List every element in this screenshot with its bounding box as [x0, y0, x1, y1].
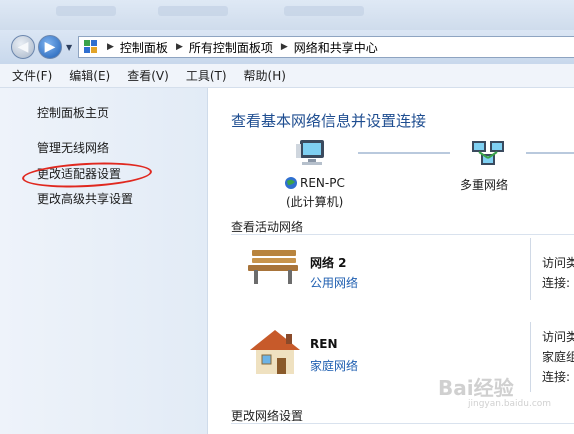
arrow-left-icon: ◀: [17, 39, 29, 55]
connections-label: 连接:: [542, 276, 571, 290]
connection-line: [526, 152, 574, 154]
title-bar-blur: [284, 6, 364, 16]
menu-tools[interactable]: 工具(T): [186, 67, 227, 84]
window-title-bar: [0, 0, 574, 30]
chevron-right-icon[interactable]: ▶: [281, 42, 288, 52]
column-divider: [530, 238, 531, 300]
computer-icon[interactable]: [296, 138, 330, 168]
title-bar-blur: [158, 6, 228, 16]
sidebar-item-adapter-settings[interactable]: 更改适配器设置: [37, 165, 121, 182]
divider: [231, 423, 574, 424]
active-networks-heading: 查看活动网络: [231, 220, 304, 234]
connection-line: [358, 152, 450, 154]
address-bar[interactable]: ▶ 控制面板 ▶ 所有控制面板项 ▶ 网络和共享中心: [78, 36, 574, 58]
breadcrumb-control-panel[interactable]: 控制面板: [120, 39, 168, 56]
watermark: Bai经验 jingyan.baidu.com: [438, 376, 552, 409]
network-type-link[interactable]: 家庭网络: [310, 357, 358, 374]
sidebar-item-home[interactable]: 控制面板主页: [37, 104, 109, 121]
menu-file[interactable]: 文件(F): [12, 67, 52, 84]
network-name: 网络 2: [310, 256, 347, 270]
network-map-label: 多重网络: [460, 178, 509, 192]
navigation-bar: ◀ ▶ ▼ ▶ 控制面板 ▶ 所有控制面板项 ▶ 网络和共享中心: [0, 30, 574, 64]
bench-icon: [248, 250, 298, 284]
sidebar-item-advanced-sharing[interactable]: 更改高级共享设置: [37, 190, 133, 207]
access-type-label: 访问类: [542, 330, 574, 344]
network-name: REN: [310, 337, 338, 351]
menu-view[interactable]: 查看(V): [127, 67, 169, 84]
chevron-right-icon[interactable]: ▶: [176, 42, 183, 52]
home-icon: [250, 330, 300, 374]
network-type-link[interactable]: 公用网络: [310, 274, 358, 291]
title-bar-blur: [56, 6, 116, 16]
sidebar-item-wireless[interactable]: 管理无线网络: [37, 139, 109, 156]
back-button[interactable]: ◀: [11, 35, 35, 59]
computer-name: REN-PC: [300, 176, 345, 190]
menu-edit[interactable]: 编辑(E): [69, 67, 110, 84]
menu-bar: 文件(F) 编辑(E) 查看(V) 工具(T) 帮助(H): [0, 64, 574, 88]
forward-button[interactable]: ▶: [38, 35, 62, 59]
change-settings-heading: 更改网络设置: [231, 409, 304, 423]
control-panel-icon: [83, 39, 99, 55]
access-type-label: 访问类: [542, 256, 574, 270]
chevron-right-icon[interactable]: ▶: [107, 42, 114, 52]
homegroup-label: 家庭组: [542, 350, 574, 364]
sidebar: 控制面板主页 管理无线网络 更改适配器设置 更改高级共享设置: [0, 88, 208, 434]
multiple-networks-icon[interactable]: [470, 138, 506, 168]
breadcrumb-network-center[interactable]: 网络和共享中心: [294, 39, 378, 56]
breadcrumb-all-items[interactable]: 所有控制面板项: [189, 39, 273, 56]
recent-pages-dropdown[interactable]: ▼: [66, 43, 72, 52]
menu-help[interactable]: 帮助(H): [244, 67, 286, 84]
arrow-right-icon: ▶: [44, 39, 56, 55]
divider: [231, 234, 574, 235]
page-title: 查看基本网络信息并设置连接: [231, 112, 427, 130]
globe-icon: [285, 177, 297, 189]
computer-subtitle: (此计算机): [286, 195, 344, 209]
